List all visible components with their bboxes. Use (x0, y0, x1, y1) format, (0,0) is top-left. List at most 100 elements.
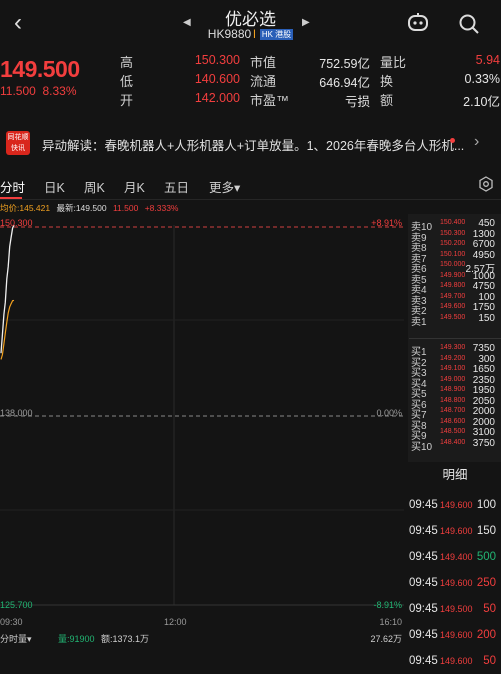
trade-price: 149.600 (440, 526, 473, 536)
asks-row: 卖10 150.400 450 (409, 218, 501, 233)
stock-code: HK9880 (207, 27, 252, 41)
asks-price: 149.500 (440, 313, 466, 321)
trade-row: 09:45 149.500 50 (409, 596, 501, 622)
bids-price: 149.000 (440, 375, 466, 383)
search-icon[interactable] (458, 13, 480, 35)
intraday-chart[interactable]: 均价:145.421 最新:149.500 11.500 +8.333% 150… (0, 200, 408, 640)
bids-row: 买6 148.800 2050 (409, 396, 501, 411)
y-top-label: 150.300 (0, 218, 33, 228)
bids-price: 149.100 (440, 365, 466, 372)
price-line (0, 224, 15, 354)
robot-assistant-icon[interactable] (407, 12, 429, 32)
current-price: 149.500 (0, 56, 80, 82)
price-change: 11.500 8.33% (0, 84, 77, 98)
tab-1[interactable]: 日K (44, 177, 65, 196)
stat-value: 0.33% (464, 72, 500, 86)
bids-price: 148.600 (440, 417, 466, 425)
trade-volume: 50 (483, 603, 496, 615)
stat-label: 换 (380, 74, 394, 89)
stat-label: 市盈™ (250, 93, 290, 108)
stat-label: 市值 (250, 55, 277, 70)
tab-2[interactable]: 周K (84, 177, 105, 196)
trade-time: 09:45 (409, 551, 438, 563)
y-bottom-label: 125.700 (0, 600, 33, 610)
bids-price: 148.800 (440, 396, 466, 404)
bids-row: 买5 148.900 1950 (409, 385, 501, 400)
bids-price: 148.400 (440, 438, 466, 446)
stat-value: 752.59亿 (319, 57, 370, 71)
trade-price: 149.600 (440, 578, 473, 588)
trade-row: 09:45 149.600 200 (409, 622, 501, 648)
asks-price: 149.900 (440, 271, 466, 279)
stat-value: 5.94 (475, 53, 500, 67)
trade-volume: 50 (483, 655, 496, 667)
trade-detail-header[interactable]: 明细 (409, 464, 501, 486)
bids-row: 买3 149.100 1650 (409, 364, 501, 379)
news-banner[interactable]: 同花顺 快讯 异动解读：春晚机器人+人形机器人+订单放量。1、2026年春晚多台… (0, 128, 501, 160)
bids-price: 148.700 (440, 407, 466, 414)
volume-selector[interactable]: 分时量▾ (0, 632, 32, 645)
stat-value: 140.600 (194, 72, 240, 86)
stat-label: 流通 (250, 74, 277, 89)
asks-row: 卖1 149.500 150 (409, 312, 501, 328)
chevron-right-icon[interactable]: › (474, 133, 479, 151)
asks-price: 149.600 (440, 303, 466, 310)
tab-3[interactable]: 月K (124, 177, 145, 196)
asks-volume: 1000 (472, 270, 495, 282)
code-separator: l (253, 27, 256, 41)
asks-price: 149.800 (440, 282, 466, 289)
asks-row: 卖3 149.700 100 (409, 291, 501, 307)
stat-label: 量比 (380, 55, 407, 70)
bids-price: 148.500 (440, 428, 466, 435)
trade-time: 09:45 (409, 655, 438, 667)
stat-label: 额 (380, 93, 394, 108)
trade-row: 09:45 149.400 500 (409, 544, 501, 570)
unread-dot (450, 138, 455, 143)
market-tag: HK 港股 (259, 29, 294, 40)
tab-5[interactable]: 更多▾ (209, 177, 240, 196)
bids-price: 149.200 (440, 354, 466, 362)
bids-volume: 1950 (472, 385, 495, 396)
trade-price: 149.600 (440, 630, 473, 640)
news-text: 异动解读：春晚机器人+人形机器人+订单放量。1、2026年春晚多台人形机... (42, 139, 465, 153)
asks-volume: 150 (478, 312, 495, 324)
bids-row: 买7 148.700 2000 (409, 406, 501, 421)
stat-value: 150.300 (194, 53, 240, 67)
asks-row: 卖5 149.900 1000 (409, 270, 501, 286)
asks-row: 卖8 150.200 6700 (409, 239, 501, 254)
active-tab-indicator (0, 197, 22, 199)
asks-row: 卖7 150.100 4950 (409, 250, 501, 265)
trade-price: 149.400 (440, 552, 473, 562)
trade-row: 09:45 149.600 250 (409, 570, 501, 596)
tab-0[interactable]: 分时 (0, 177, 25, 196)
stat-label: 低 (120, 74, 134, 89)
trade-volume: 500 (476, 551, 496, 563)
stat-label: 开 (120, 93, 134, 108)
stat-value: 2.10亿 (463, 95, 500, 109)
news-badge: 同花顺 快讯 (6, 131, 30, 155)
tab-4[interactable]: 五日 (164, 177, 189, 196)
price-chart-svg (0, 224, 404, 606)
chart-settings-icon[interactable] (478, 176, 494, 192)
change-amount: 11.500 (0, 84, 36, 98)
asks-volume: 6700 (472, 239, 495, 250)
asks-row: 卖2 149.600 1750 (409, 302, 501, 317)
change-percent: 8.33% (42, 84, 77, 98)
volume-value: 量:91900 (58, 634, 95, 644)
volume-row: 分时量▾ 量:91900 额:1373.1万 27.62万 (0, 628, 408, 648)
volume-max: 27.62万 (370, 634, 402, 644)
x-tick-start: 09:30 (0, 617, 23, 627)
trade-row: 09:45 149.600 50 (409, 648, 501, 674)
asks-volume: 100 (478, 291, 495, 303)
news-badge-bottom: 快讯 (11, 145, 25, 152)
bids-volume: 2350 (472, 374, 495, 386)
asks-price: 149.700 (440, 292, 466, 300)
asks-price: 150.400 (440, 219, 466, 226)
asks-price: 150.000 (440, 261, 466, 268)
order-book-divider (409, 338, 501, 339)
bids-row: 买10 148.400 3750 (409, 438, 501, 453)
trade-row: 09:45 149.600 100 (409, 492, 501, 518)
trade-time: 09:45 (409, 603, 438, 615)
bids-row: 买4 149.000 2350 (409, 374, 501, 390)
asks-volume: 1300 (472, 228, 495, 240)
